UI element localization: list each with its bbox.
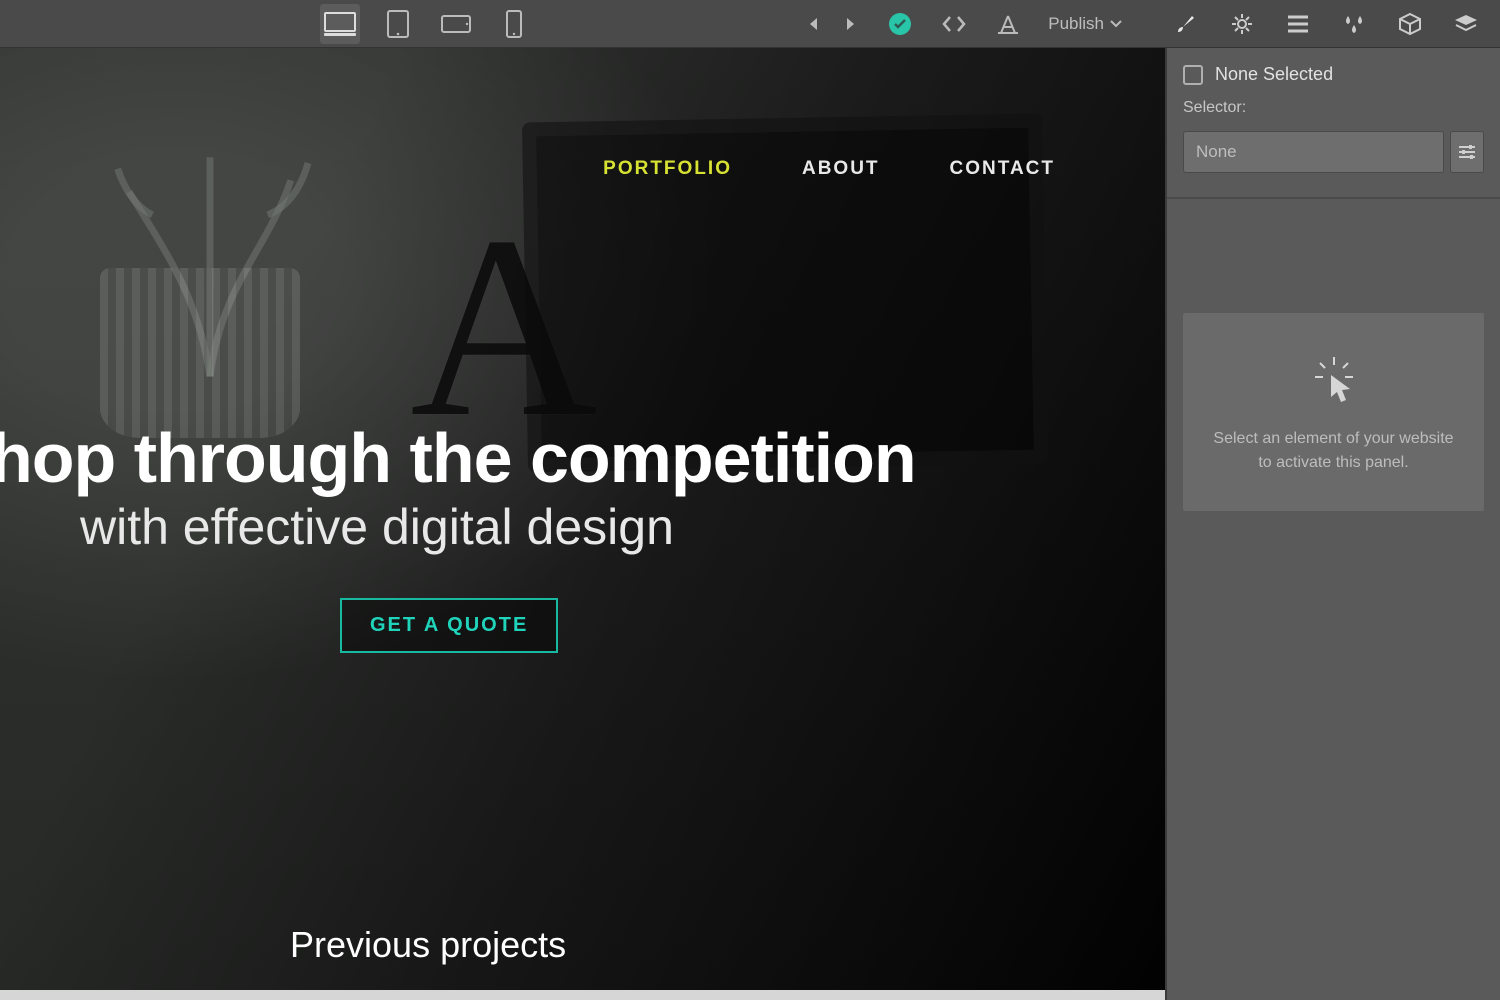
pointer-click-icon [1311,357,1357,407]
layout-lines-icon[interactable] [1280,4,1316,44]
nav-contact[interactable]: CONTACT [950,158,1055,180]
desktop-view-icon[interactable] [320,4,360,44]
code-icon[interactable] [934,4,974,44]
style-panel: None Selected Selector: None Select an [1165,48,1500,1000]
publish-button[interactable]: Publish [1042,10,1128,38]
selection-row: None Selected [1183,64,1484,85]
status-check-icon[interactable] [880,4,920,44]
cta-button[interactable]: GET A QUOTE [340,598,558,653]
sliders-icon [1458,144,1476,160]
stack-icon[interactable] [1448,4,1484,44]
selector-input[interactable]: None [1183,131,1444,173]
viewport-switcher [320,4,534,44]
page-nav: PORTFOLIO ABOUT CONTACT [603,158,1055,180]
landscape-phone-view-icon[interactable] [436,4,476,44]
selection-checkbox[interactable] [1183,65,1203,85]
publish-label: Publish [1048,14,1104,34]
toolbar-right-tools [1168,4,1484,44]
none-selected-label: None Selected [1215,64,1333,85]
tablet-view-icon[interactable] [378,4,418,44]
pot-decoration [100,268,300,438]
top-toolbar: Publish [0,0,1500,48]
hero-headline[interactable]: hop through the competition [0,418,916,498]
chevron-down-icon [1110,20,1122,28]
panel-placeholder: Select an element of your website to act… [1183,313,1484,511]
nav-about[interactable]: ABOUT [802,158,880,180]
canvas-area: A PORTFOLIO ABOUT CONTACT hop through th… [0,48,1165,1000]
gear-icon[interactable] [1224,4,1260,44]
redo-icon[interactable] [826,4,866,44]
hero-subheadline[interactable]: with effective digital design [80,498,674,556]
panel-divider [1167,197,1500,199]
placeholder-line2: to activate this panel. [1203,451,1464,475]
typography-icon[interactable] [988,4,1028,44]
phone-view-icon[interactable] [494,4,534,44]
brush-icon[interactable] [1168,4,1204,44]
cube-icon[interactable] [1392,4,1428,44]
workspace: A PORTFOLIO ABOUT CONTACT hop through th… [0,48,1500,1000]
toolbar-center: Publish [798,4,1128,44]
canvas-frame[interactable]: A PORTFOLIO ABOUT CONTACT hop through th… [0,48,1165,990]
droplets-icon[interactable] [1336,4,1372,44]
selector-settings-button[interactable] [1450,131,1484,173]
selector-label: Selector: [1183,99,1484,117]
selector-input-row: None [1183,131,1484,173]
section-title[interactable]: Previous projects [290,924,566,966]
placeholder-line1: Select an element of your website [1203,427,1464,451]
nav-portfolio[interactable]: PORTFOLIO [603,158,732,180]
